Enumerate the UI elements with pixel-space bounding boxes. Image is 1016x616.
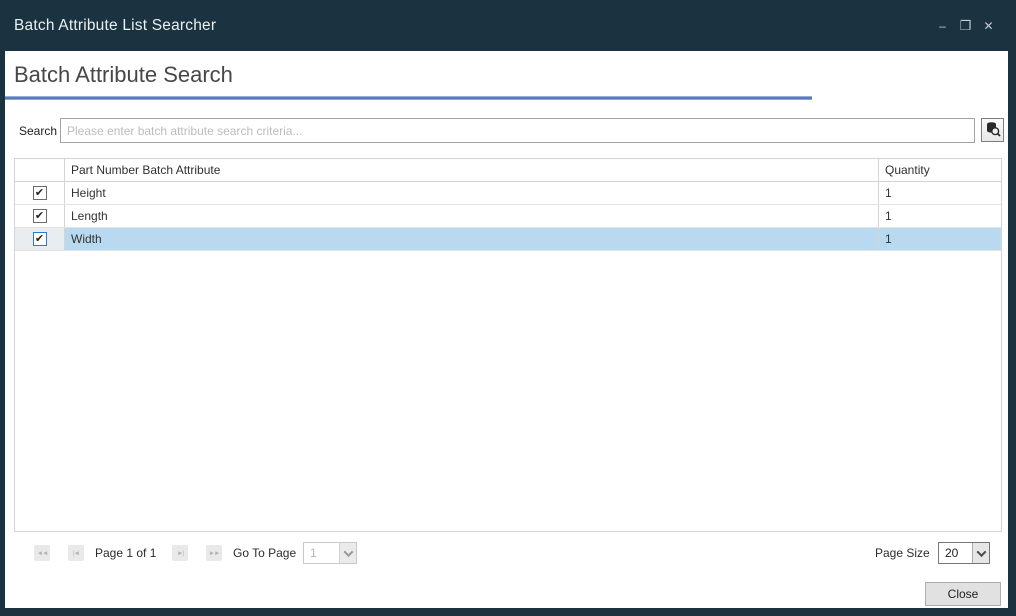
- row-checkbox[interactable]: ✔: [33, 232, 47, 246]
- dialog-content: Batch Attribute Search Search Part Numbe…: [5, 51, 1008, 608]
- row-checkbox[interactable]: ✔: [33, 209, 47, 223]
- page-size-value: 20: [939, 543, 972, 563]
- chevron-down-icon[interactable]: [972, 543, 989, 563]
- page-title: Batch Attribute Search: [14, 62, 233, 88]
- quantity-cell: 1: [879, 182, 1001, 204]
- search-database-icon: [985, 121, 1001, 140]
- attribute-cell: Height: [65, 182, 879, 204]
- quantity-cell: 1: [879, 205, 1001, 227]
- goto-page-combobox[interactable]: 1: [303, 542, 357, 564]
- attribute-table: Part Number Batch Attribute Quantity ✔ H…: [14, 158, 1002, 532]
- minimize-icon[interactable]: –: [933, 15, 952, 37]
- accent-divider: [5, 96, 812, 100]
- title-bar: Batch Attribute List Searcher – ❒ ✕: [0, 0, 1016, 51]
- header-attribute-column: Part Number Batch Attribute: [65, 159, 879, 181]
- close-button[interactable]: Close: [925, 582, 1001, 606]
- last-page-button[interactable]: ►►: [206, 545, 222, 561]
- attribute-cell: Width: [65, 228, 879, 250]
- goto-page-value: 1: [304, 543, 339, 563]
- page-indicator: Page 1 of 1: [95, 546, 156, 560]
- header-checkbox-column: [15, 159, 65, 181]
- goto-page-label: Go To Page: [233, 546, 296, 560]
- table-row[interactable]: ✔ Height 1: [15, 182, 1001, 205]
- table-header-row: Part Number Batch Attribute Quantity: [15, 159, 1001, 182]
- close-icon[interactable]: ✕: [979, 15, 998, 37]
- attribute-cell: Length: [65, 205, 879, 227]
- quantity-cell: 1: [879, 228, 1001, 250]
- header-quantity-column: Quantity: [879, 159, 1001, 181]
- search-database-button[interactable]: [981, 118, 1004, 142]
- maximize-icon[interactable]: ❒: [956, 15, 975, 37]
- window-controls: – ❒ ✕: [933, 0, 998, 51]
- first-page-button[interactable]: ◄◄: [34, 545, 50, 561]
- chevron-down-icon[interactable]: [339, 543, 356, 563]
- window-title: Batch Attribute List Searcher: [14, 0, 216, 51]
- table-row[interactable]: ✔ Length 1: [15, 205, 1001, 228]
- page-size-combobox[interactable]: 20: [938, 542, 990, 564]
- row-checkbox[interactable]: ✔: [33, 186, 47, 200]
- previous-page-button[interactable]: |◄: [68, 545, 84, 561]
- page-size-label: Page Size: [875, 546, 930, 560]
- search-label: Search: [9, 124, 57, 138]
- search-input[interactable]: [60, 118, 975, 143]
- table-row-selected[interactable]: ✔ Width 1: [15, 228, 1001, 251]
- next-page-button[interactable]: ►|: [172, 545, 188, 561]
